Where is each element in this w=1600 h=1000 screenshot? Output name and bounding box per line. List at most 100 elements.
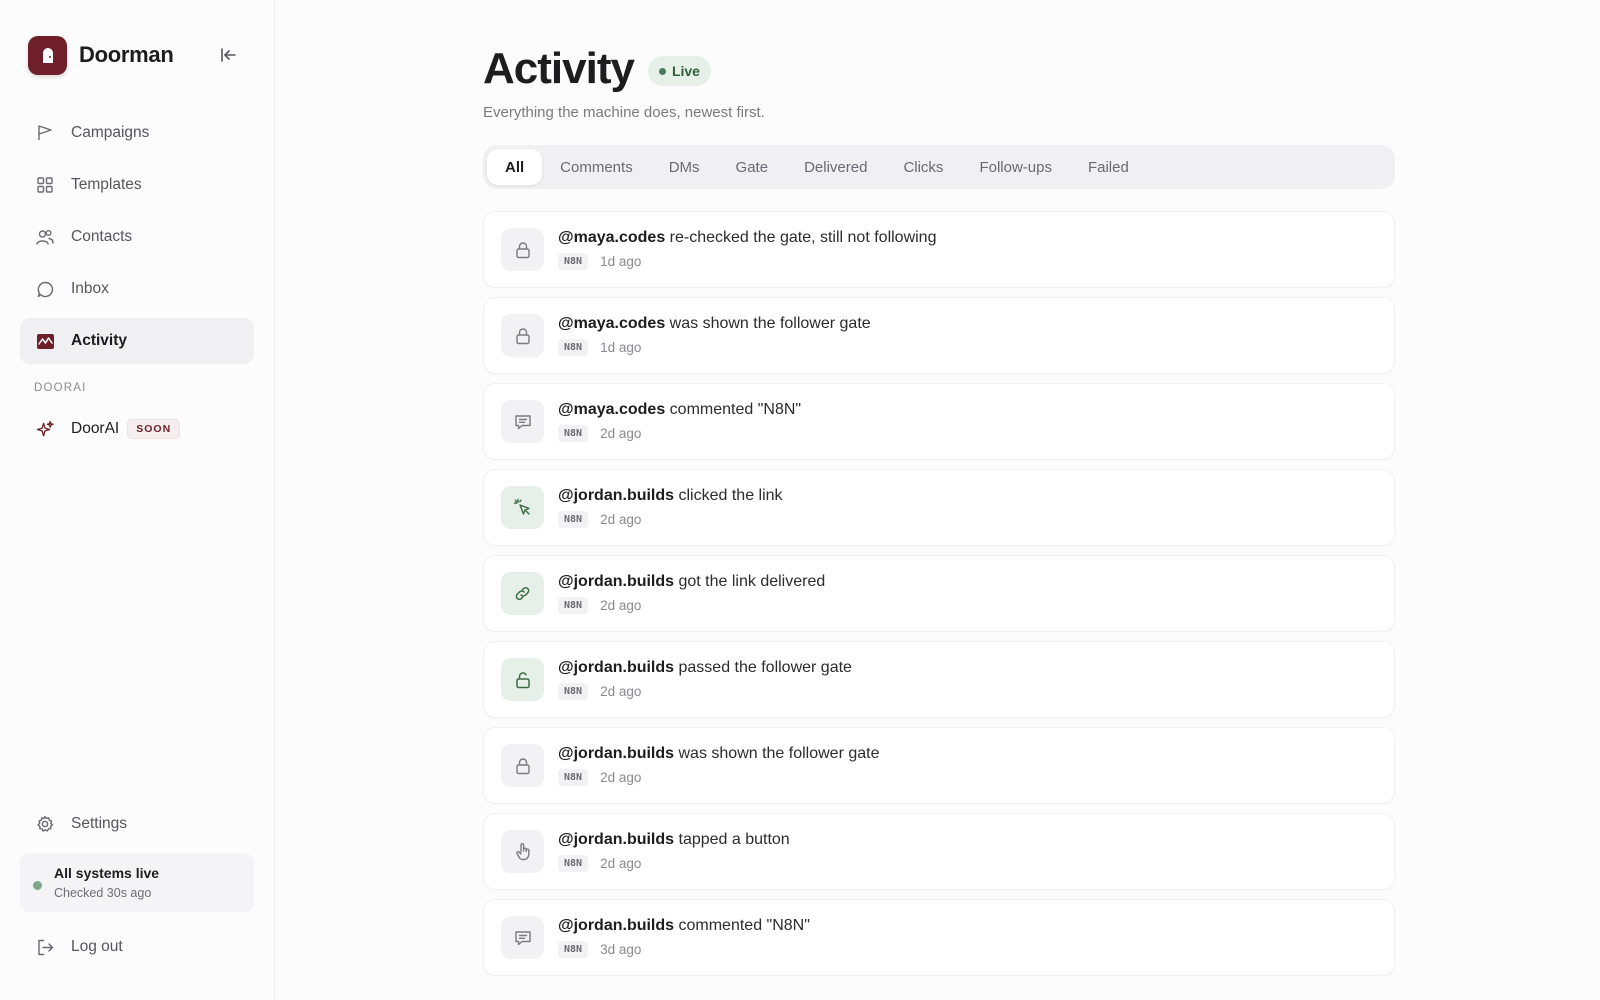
activity-meta: N8N 2d ago: [558, 597, 825, 614]
activity-meta: N8N 3d ago: [558, 941, 810, 958]
activity-time: 2d ago: [600, 856, 642, 871]
tab-follow-ups[interactable]: Follow-ups: [961, 149, 1070, 185]
lock-icon: [501, 228, 544, 271]
activity-item[interactable]: @jordan.builds passed the follower gate …: [483, 641, 1395, 718]
gear-icon: [36, 815, 54, 833]
activity-handle[interactable]: @jordan.builds: [558, 659, 674, 676]
cursor-click-icon: [501, 486, 544, 529]
activity-time: 3d ago: [600, 942, 642, 957]
live-badge: Live: [647, 56, 711, 86]
activity-handle[interactable]: @jordan.builds: [558, 487, 674, 504]
sidebar-item-inbox[interactable]: Inbox: [20, 266, 254, 312]
activity-handle[interactable]: @maya.codes: [558, 401, 665, 418]
activity-item[interactable]: @jordan.builds tapped a button N8N 2d ago: [483, 813, 1395, 890]
activity-item[interactable]: @maya.codes was shown the follower gate …: [483, 297, 1395, 374]
activity-time: 2d ago: [600, 598, 642, 613]
activity-tag: N8N: [558, 597, 589, 614]
activity-handle[interactable]: @jordan.builds: [558, 745, 674, 762]
sidebar-item-label: Settings: [71, 815, 128, 832]
activity-description: was shown the follower gate: [665, 315, 871, 332]
activity-tag: N8N: [558, 683, 589, 700]
activity-meta: N8N 1d ago: [558, 253, 936, 270]
sparkle-icon: [36, 420, 54, 438]
lock-icon: [501, 744, 544, 787]
logout-button[interactable]: Log out: [20, 924, 254, 970]
activity-body: @maya.codes was shown the follower gate …: [558, 315, 871, 356]
chat-bubble-icon: [36, 280, 54, 298]
activity-body: @jordan.builds clicked the link N8N 2d ag…: [558, 487, 783, 528]
sidebar-item-contacts[interactable]: Contacts: [20, 214, 254, 260]
activity-tag: N8N: [558, 339, 589, 356]
door-logo-icon[interactable]: [28, 35, 67, 75]
activity-text: @maya.codes commented "N8N": [558, 401, 801, 419]
activity-tag: N8N: [558, 941, 589, 958]
live-dot-icon: [658, 67, 666, 75]
activity-item[interactable]: @jordan.builds clicked the link N8N 2d ag…: [483, 469, 1395, 546]
tab-dms[interactable]: DMs: [651, 149, 718, 185]
activity-time: 1d ago: [600, 254, 642, 269]
activity-description: tapped a button: [674, 831, 790, 848]
activity-tag: N8N: [558, 425, 589, 442]
activity-icon: [36, 332, 54, 350]
activity-body: @jordan.builds got the link delivered N8…: [558, 573, 825, 614]
comment-icon: [501, 400, 544, 443]
brand-name: Doorman: [79, 42, 174, 67]
activity-text: @jordan.builds got the link delivered: [558, 573, 825, 591]
sidebar-item-activity[interactable]: Activity: [20, 318, 254, 364]
activity-description: commented "N8N": [665, 401, 802, 418]
activity-tag: N8N: [558, 855, 589, 872]
logout-icon: [36, 938, 54, 956]
activity-handle[interactable]: @maya.codes: [558, 229, 665, 246]
tab-all[interactable]: All: [487, 149, 543, 185]
brand: Doorman: [20, 0, 254, 110]
link-icon: [501, 572, 544, 615]
activity-handle[interactable]: @jordan.builds: [558, 917, 674, 934]
tab-gate[interactable]: Gate: [718, 149, 787, 185]
activity-body: @jordan.builds was shown the follower ga…: [558, 745, 880, 786]
activity-description: got the link delivered: [674, 573, 826, 590]
activity-body: @jordan.builds commented "N8N" N8N 3d ago: [558, 917, 810, 958]
activity-text: @maya.codes was shown the follower gate: [558, 315, 871, 333]
activity-body: @jordan.builds tapped a button N8N 2d ago: [558, 831, 790, 872]
sidebar-item-templates[interactable]: Templates: [20, 162, 254, 208]
soon-badge: SOON: [127, 419, 181, 439]
activity-item[interactable]: @jordan.builds commented "N8N" N8N 3d ago: [483, 899, 1395, 976]
status-subtitle: Checked 30s ago: [54, 886, 152, 900]
activity-item[interactable]: @jordan.builds was shown the follower ga…: [483, 727, 1395, 804]
activity-handle[interactable]: @jordan.builds: [558, 831, 674, 848]
activity-tag: N8N: [558, 769, 589, 786]
sidebar-bottom: Settings All systems live Checked 30s ag…: [20, 801, 254, 976]
activity-description: was shown the follower gate: [674, 745, 880, 762]
activity-meta: N8N 2d ago: [558, 769, 880, 786]
activity-item[interactable]: @jordan.builds got the link delivered N8…: [483, 555, 1395, 632]
activity-text: @jordan.builds was shown the follower ga…: [558, 745, 880, 763]
sidebar-item-settings[interactable]: Settings: [20, 801, 254, 847]
tab-delivered[interactable]: Delivered: [786, 149, 885, 185]
activity-time: 2d ago: [600, 684, 642, 699]
tab-clicks[interactable]: Clicks: [885, 149, 961, 185]
activity-handle[interactable]: @maya.codes: [558, 315, 665, 332]
activity-item[interactable]: @maya.codes commented "N8N" N8N 2d ago: [483, 383, 1395, 460]
hand-tap-icon: [501, 830, 544, 873]
activity-tag: N8N: [558, 511, 589, 528]
sidebar: Doorman Campaigns Templates Contacts Inb…: [0, 0, 275, 1000]
activity-handle[interactable]: @jordan.builds: [558, 573, 674, 590]
activity-meta: N8N 1d ago: [558, 339, 871, 356]
collapse-sidebar-icon[interactable]: [216, 43, 240, 67]
tab-failed[interactable]: Failed: [1070, 149, 1147, 185]
sidebar-item-label: Templates: [71, 176, 142, 193]
tab-comments[interactable]: Comments: [542, 149, 651, 185]
sidebar-item-campaigns[interactable]: Campaigns: [20, 110, 254, 156]
activity-body: @maya.codes re-checked the gate, still n…: [558, 229, 936, 270]
activity-feed: @maya.codes re-checked the gate, still n…: [483, 211, 1395, 976]
activity-description: commented "N8N": [674, 917, 810, 934]
users-icon: [36, 228, 54, 246]
activity-item[interactable]: @maya.codes re-checked the gate, still n…: [483, 211, 1395, 288]
section-label-doorai: DOORAI: [34, 382, 87, 394]
comment-icon: [501, 916, 544, 959]
activity-text: @jordan.builds tapped a button: [558, 831, 790, 849]
live-badge-label: Live: [671, 63, 700, 79]
activity-text: @maya.codes re-checked the gate, still n…: [558, 229, 936, 247]
sidebar-item-doorai[interactable]: DoorAI SOON: [20, 406, 254, 452]
status-dot: [33, 881, 42, 890]
